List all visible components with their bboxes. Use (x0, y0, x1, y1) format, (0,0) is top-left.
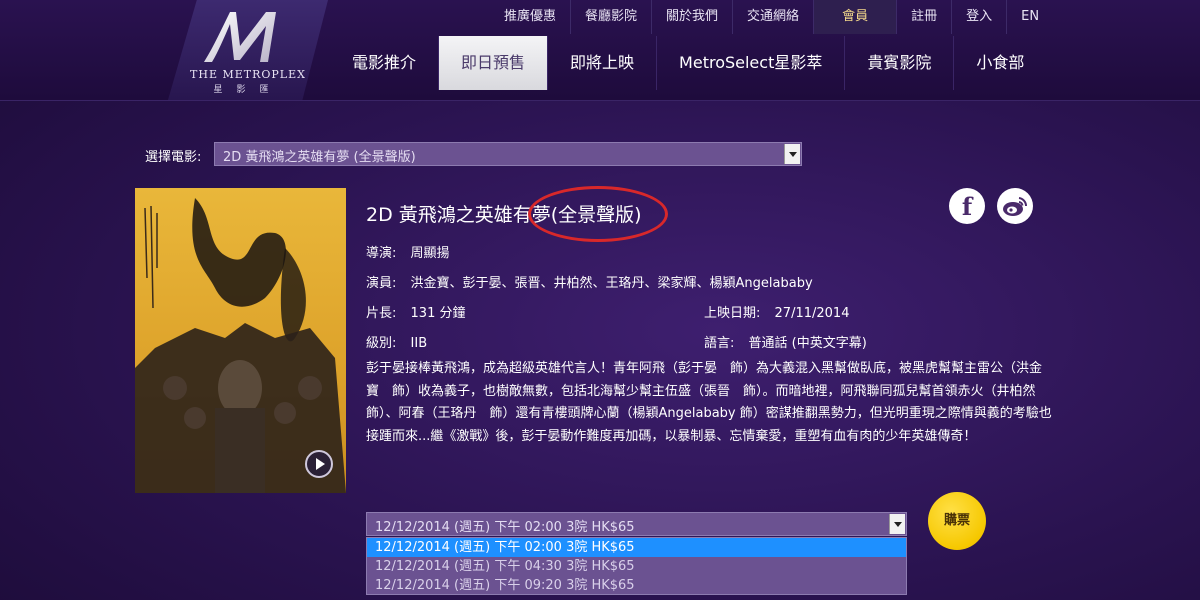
cast-label: 演員: (366, 276, 397, 291)
top-nav-promotions[interactable]: 推廣優惠 (490, 0, 570, 34)
duration-value: 131 分鐘 (410, 306, 466, 321)
cast-row: 演員: 洪金寶、彭于晏、張晋、井柏然、王珞丹、梁家輝、楊穎Angelababy (366, 272, 813, 291)
director-value: 周顯揚 (410, 246, 450, 261)
cast-value: 洪金寶、彭于晏、張晋、井柏然、王珞丹、梁家輝、楊穎Angelababy (410, 276, 813, 291)
showtime-select[interactable]: 12/12/2014 (週五) 下午 02:00 3院 HK$65 (366, 512, 907, 536)
highlight-circle (528, 186, 668, 242)
showtime-option[interactable]: 12/12/2014 (週五) 下午 04:30 3院 HK$65 (367, 557, 906, 576)
top-nav-register[interactable]: 註冊 (896, 0, 951, 34)
chevron-down-icon[interactable] (784, 144, 800, 164)
tab-snacks[interactable]: 小食部 (954, 36, 1046, 90)
language-row: 語言: 普通話 (中英文字幕) (704, 332, 867, 351)
weibo-icon[interactable] (997, 188, 1033, 224)
release-label: 上映日期: (704, 306, 761, 321)
header: THE METROPLEX 星影匯 推廣優惠 餐廳影院 關於我們 交通網絡 會員… (0, 0, 1200, 101)
logo-chinese: 星影匯 (213, 85, 283, 95)
top-nav-about[interactable]: 關於我們 (651, 0, 732, 34)
movie-select-label: 選擇電影: (145, 150, 202, 165)
director-row: 導演: 周顯揚 (366, 242, 450, 261)
tab-presale[interactable]: 即日預售 (439, 36, 548, 90)
top-nav: 推廣優惠 餐廳影院 關於我們 交通網絡 會員 註冊 登入 EN (490, 0, 1053, 34)
top-nav-language[interactable]: EN (1006, 0, 1053, 34)
language-label: 語言: (704, 336, 735, 351)
tab-vip-cinema[interactable]: 貴賓影院 (845, 36, 953, 90)
showtime-option[interactable]: 12/12/2014 (週五) 下午 02:00 3院 HK$65 (367, 538, 906, 557)
release-row: 上映日期: 27/11/2014 (704, 302, 849, 321)
showtime-option[interactable]: 12/12/2014 (週五) 下午 09:20 3院 HK$65 (367, 576, 906, 595)
showtime-options: 12/12/2014 (週五) 下午 02:00 3院 HK$65 12/12/… (366, 537, 907, 595)
rating-label: 級別: (366, 336, 397, 351)
movie-poster[interactable] (135, 188, 346, 493)
chevron-down-icon[interactable] (889, 514, 905, 534)
poster-artwork (135, 198, 346, 493)
movie-select[interactable]: 2D 黃飛鴻之英雄有夢 (全景聲版) (214, 142, 802, 166)
duration-label: 片長: (366, 306, 397, 321)
movie-select-value: 2D 黃飛鴻之英雄有夢 (全景聲版) (223, 150, 416, 165)
rating-value: IIB (410, 336, 428, 351)
top-nav-member[interactable]: 會員 (813, 0, 897, 34)
facebook-icon[interactable]: f (949, 188, 985, 224)
logo-m-icon (204, 12, 276, 62)
showtime-select-value: 12/12/2014 (週五) 下午 02:00 3院 HK$65 (375, 520, 635, 535)
tab-metroselect[interactable]: MetroSelect星影萃 (657, 36, 844, 90)
synopsis: 彭于晏接棒黃飛鴻，成為超級英雄代言人！青年阿飛（彭于晏 飾）為大義混入黑幫做臥底… (366, 361, 1052, 444)
duration-row: 片長: 131 分鐘 (366, 302, 465, 321)
rating-row: 級別: IIB (366, 332, 427, 351)
tab-recommended[interactable]: 電影推介 (330, 36, 438, 90)
buy-ticket-button[interactable]: 購票 (928, 492, 986, 550)
language-value: 普通話 (中英文字幕) (748, 336, 867, 351)
logo[interactable]: THE METROPLEX 星影匯 (168, 0, 328, 100)
play-icon[interactable] (305, 450, 333, 478)
logo-text: THE METROPLEX (190, 68, 306, 81)
tab-coming-soon[interactable]: 即將上映 (548, 36, 656, 90)
director-label: 導演: (366, 246, 397, 261)
release-value: 27/11/2014 (774, 306, 850, 321)
top-nav-login[interactable]: 登入 (951, 0, 1006, 34)
main-nav: 電影推介 即日預售 即將上映 MetroSelect星影萃 貴賓影院 小食部 (330, 36, 1046, 90)
top-nav-restaurants[interactable]: 餐廳影院 (570, 0, 651, 34)
top-nav-transport[interactable]: 交通網絡 (732, 0, 813, 34)
